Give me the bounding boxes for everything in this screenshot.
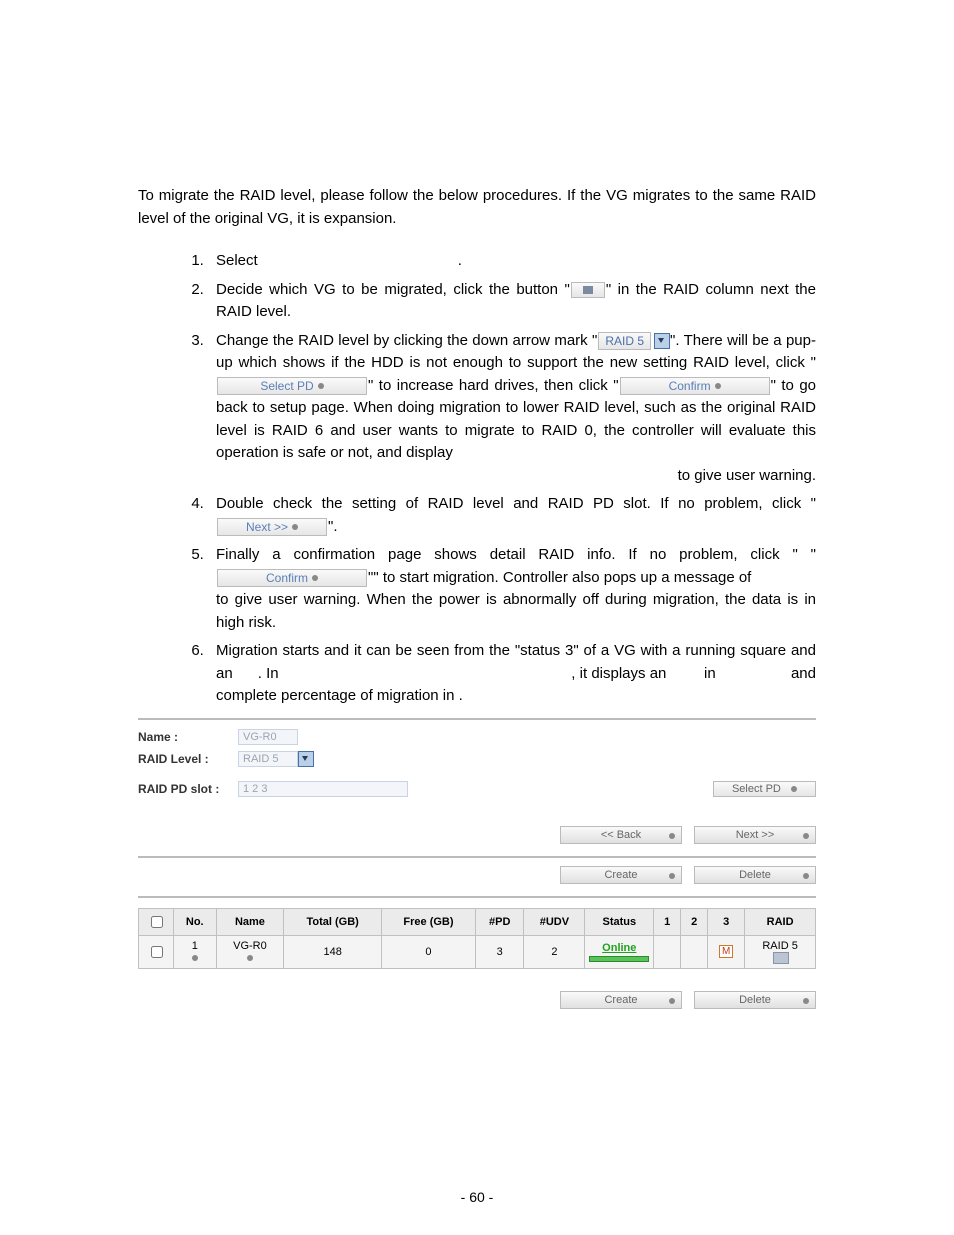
- level-value: RAID 5: [238, 751, 298, 767]
- col-pd: #PD: [476, 908, 524, 935]
- vg-table: No. Name Total (GB) Free (GB) #PD #UDV S…: [138, 908, 816, 969]
- level-dropdown-arrow-icon[interactable]: [298, 751, 314, 767]
- select-pd-button[interactable]: Select PD: [713, 781, 816, 797]
- col-2: 2: [681, 908, 708, 935]
- cell-name: VG-R0: [216, 935, 284, 968]
- row-checkbox[interactable]: [151, 946, 163, 958]
- cell-status: Online: [585, 935, 654, 968]
- next-inline[interactable]: Next >>: [217, 518, 327, 536]
- step-3: Change the RAID level by clicking the do…: [208, 330, 816, 488]
- select-pd-inline[interactable]: Select PD: [217, 377, 367, 395]
- raid-icon-inline[interactable]: [571, 282, 605, 298]
- cell-no: 1: [174, 935, 217, 968]
- cell-2: [681, 935, 708, 968]
- col-free: Free (GB): [381, 908, 475, 935]
- cell-udv: 2: [524, 935, 585, 968]
- cell-raid: RAID 5: [745, 935, 816, 968]
- col-raid: RAID: [745, 908, 816, 935]
- migration-badge-icon: M: [719, 945, 733, 958]
- confirm-inline-2[interactable]: Confirm: [217, 569, 367, 587]
- crud-buttons-row-2: Create Delete: [138, 983, 816, 1021]
- nav-buttons-row: << Back Next >>: [138, 818, 816, 858]
- steps-list: Select . Decide which VG to be migrated,…: [138, 250, 816, 708]
- next-button[interactable]: Next >>: [694, 826, 816, 844]
- name-value: VG-R0: [238, 729, 298, 745]
- step-1: Select .: [208, 250, 816, 273]
- dropdown-arrow-icon[interactable]: [654, 333, 670, 349]
- step-4: Double check the setting of RAID level a…: [208, 493, 816, 538]
- col-total: Total (GB): [284, 908, 382, 935]
- intro-paragraph: To migrate the RAID level, please follow…: [138, 185, 816, 230]
- delete-button-1[interactable]: Delete: [694, 866, 816, 884]
- raid5-dropdown-inline[interactable]: RAID 5: [598, 332, 651, 350]
- back-button[interactable]: << Back: [560, 826, 682, 844]
- cell-total: 148: [284, 935, 382, 968]
- step-2: Decide which VG to be migrated, click th…: [208, 279, 816, 324]
- step-6: Migration starts and it can be seen from…: [208, 640, 816, 708]
- col-name: Name: [216, 908, 284, 935]
- cell-3: M: [708, 935, 745, 968]
- crud-buttons-row-1: Create Delete: [138, 858, 816, 898]
- raid-config-panel: Name : VG-R0 RAID Level : RAID 5 RAID PD…: [138, 718, 816, 1021]
- level-label: RAID Level :: [138, 752, 238, 766]
- cell-1: [654, 935, 681, 968]
- col-1: 1: [654, 908, 681, 935]
- table-row: 1 VG-R0 148 0 3 2 Online M RAID 5: [139, 935, 816, 968]
- page-number: - 60 -: [0, 1189, 954, 1205]
- col-status: Status: [585, 908, 654, 935]
- col-no: No.: [174, 908, 217, 935]
- name-label: Name :: [138, 730, 238, 744]
- step-5: Finally a confirmation page shows detail…: [208, 544, 816, 634]
- pd-slot-value: 1 2 3: [238, 781, 408, 797]
- col-udv: #UDV: [524, 908, 585, 935]
- col-3: 3: [708, 908, 745, 935]
- create-button-2[interactable]: Create: [560, 991, 682, 1009]
- confirm-inline-1[interactable]: Confirm: [620, 377, 770, 395]
- cell-pd: 3: [476, 935, 524, 968]
- create-button-1[interactable]: Create: [560, 866, 682, 884]
- delete-button-2[interactable]: Delete: [694, 991, 816, 1009]
- pd-slot-label: RAID PD slot :: [138, 782, 238, 796]
- cell-free: 0: [381, 935, 475, 968]
- raid-cell-icon: [773, 952, 789, 964]
- select-all-checkbox[interactable]: [151, 916, 163, 928]
